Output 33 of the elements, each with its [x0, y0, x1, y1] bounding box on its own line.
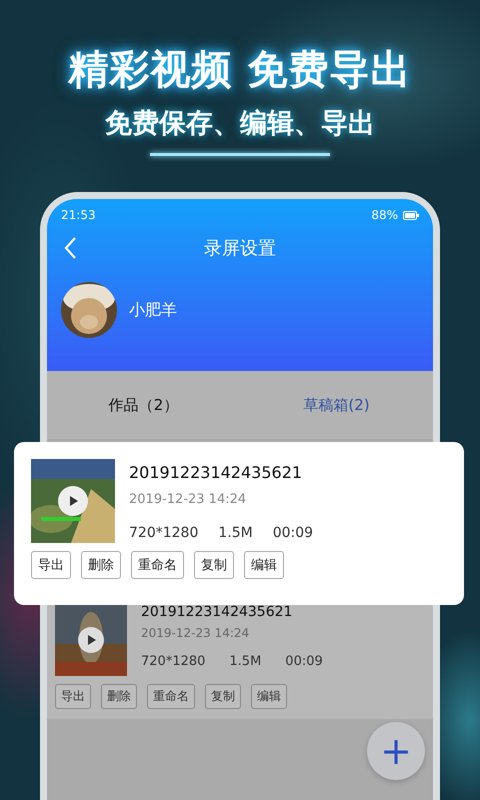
video-name: 20191223142435621: [129, 463, 304, 482]
action-button[interactable]: 复制: [194, 551, 234, 579]
action-button[interactable]: 重命名: [131, 551, 184, 579]
play-icon[interactable]: [78, 627, 104, 653]
action-button[interactable]: 编辑: [244, 551, 284, 579]
video-date: 2019-12-23 14:24: [141, 626, 250, 640]
back-icon[interactable]: [63, 236, 77, 260]
video-size: 1.5M: [229, 654, 262, 669]
screen-title: 录屏设置: [204, 237, 276, 260]
add-button[interactable]: +: [367, 722, 425, 780]
action-button[interactable]: 导出: [55, 684, 91, 709]
video-size: 1.5M: [218, 525, 253, 541]
status-time: 21:53: [61, 208, 96, 222]
video-date: 2019-12-23 14:24: [129, 492, 248, 507]
battery-level: 88%: [371, 208, 398, 222]
tab[interactable]: 草稿箱(2): [240, 396, 433, 414]
action-button[interactable]: 编辑: [251, 684, 287, 709]
video-resolution: 720*1280: [141, 654, 206, 669]
action-button[interactable]: 删除: [101, 684, 137, 709]
user-name: 小肥羊: [129, 300, 177, 320]
tab[interactable]: 作品（2）: [47, 396, 240, 414]
action-button[interactable]: 导出: [31, 551, 71, 579]
headline: 精彩视频 免费导出: [68, 46, 412, 95]
play-icon[interactable]: [58, 486, 88, 516]
video-duration: 00:09: [272, 525, 314, 541]
action-button[interactable]: 重命名: [147, 684, 195, 709]
subheadline: 免费保存、编辑、导出: [105, 107, 375, 141]
video-name: 20191223142435621: [141, 604, 294, 620]
video-duration: 00:09: [285, 654, 323, 669]
action-button[interactable]: 删除: [81, 551, 121, 579]
video-resolution: 720*1280: [129, 525, 198, 541]
battery-icon: [403, 210, 419, 220]
action-button[interactable]: 复制: [205, 684, 241, 709]
